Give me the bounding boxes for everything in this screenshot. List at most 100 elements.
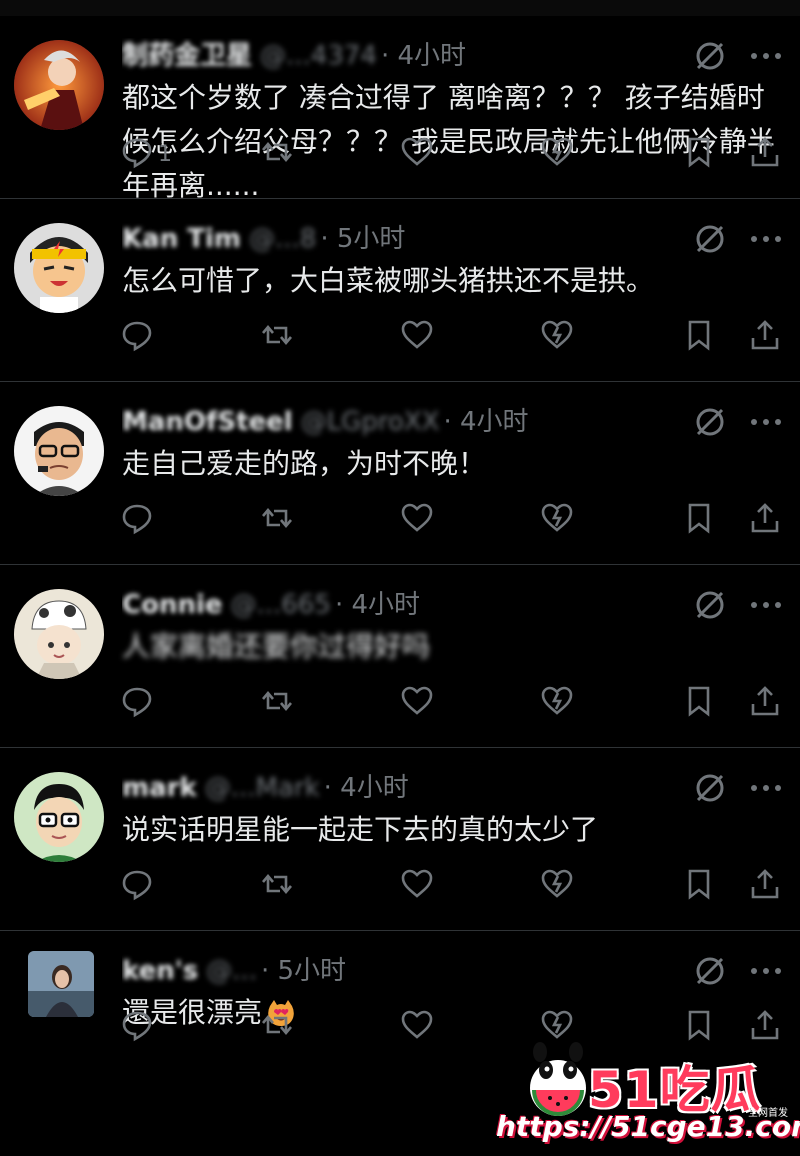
post-text-content: 人家离婚还要你过得好吗 <box>122 630 431 663</box>
broken-heart-button[interactable] <box>540 500 574 540</box>
reply-post[interactable]: Connie @...665 · 4小时 人家离婚还要你过得好吗 <box>0 565 800 748</box>
reply-button[interactable] <box>120 683 158 723</box>
reply-count: 1 <box>158 141 172 167</box>
reply-button[interactable] <box>120 866 158 906</box>
post-time[interactable]: · 5小时 <box>261 956 346 986</box>
user-avatar[interactable] <box>14 772 104 862</box>
reply-post[interactable]: 制药金卫星 @...4374 · 4小时 都这个岁数了 凑合过得了 离啥离？？？ 孩… <box>0 16 800 202</box>
post-text: 说实话明星能一起走下去的真的太少了 <box>122 808 786 852</box>
broken-heart-icon <box>540 501 574 539</box>
reply-post[interactable]: mark @...Mark · 4小时 说实话明星能一起走下去的真的太少了 <box>0 748 800 931</box>
repost-button[interactable] <box>260 317 294 357</box>
user-avatar[interactable] <box>14 589 104 679</box>
bookmark-icon <box>682 135 716 173</box>
repost-button[interactable] <box>260 134 294 174</box>
share-button[interactable] <box>748 317 782 357</box>
user-handle[interactable]: @...8 <box>249 224 316 254</box>
bookmark-button[interactable] <box>682 500 716 540</box>
broken-heart-button[interactable] <box>540 683 574 723</box>
post-time[interactable]: · 4小时 <box>335 590 420 620</box>
share-icon <box>748 867 782 905</box>
share-button[interactable] <box>748 683 782 723</box>
post-text: 怎么可惜了，大白菜被哪头猪拱还不是拱。 <box>122 259 786 303</box>
post-header: ken's @... · 5小时 <box>122 953 682 989</box>
more-options-icon[interactable] <box>746 221 786 257</box>
broken-heart-icon <box>540 135 574 173</box>
repost-button[interactable] <box>260 1007 294 1047</box>
user-handle[interactable]: @...665 <box>231 590 331 620</box>
blocked-icon[interactable] <box>692 221 728 257</box>
like-button[interactable] <box>400 134 434 174</box>
share-icon <box>748 501 782 539</box>
repost-button[interactable] <box>260 866 294 906</box>
broken-heart-button[interactable] <box>540 134 574 174</box>
display-name[interactable]: mark <box>122 773 197 803</box>
more-options-icon[interactable] <box>746 587 786 623</box>
display-name[interactable]: Kan Tim <box>122 224 241 254</box>
heart-icon <box>400 684 434 722</box>
reply-feed: 制药金卫星 @...4374 · 4小时 都这个岁数了 凑合过得了 离啥离？？？ 孩… <box>0 16 800 1071</box>
bookmark-button[interactable] <box>682 317 716 357</box>
user-avatar[interactable] <box>14 223 104 313</box>
broken-heart-button[interactable] <box>540 866 574 906</box>
blocked-icon[interactable] <box>692 587 728 623</box>
bookmark-icon <box>682 501 716 539</box>
user-avatar[interactable] <box>28 951 94 1017</box>
user-handle[interactable]: @... <box>206 956 257 986</box>
reply-post[interactable]: ManOfSteel @LGproXX · 4小时 走自己爱走的路，为时不晚！ <box>0 382 800 565</box>
user-handle[interactable]: @...Mark <box>205 773 320 803</box>
post-time[interactable]: · 4小时 <box>324 773 409 803</box>
share-button[interactable] <box>748 866 782 906</box>
more-options-icon[interactable] <box>746 404 786 440</box>
post-text-content: 走自己爱走的路，为时不晚！ <box>122 447 487 480</box>
broken-heart-button[interactable] <box>540 317 574 357</box>
post-time[interactable]: · 5小时 <box>320 224 405 254</box>
reply-post[interactable]: Kan Tim @...8 · 5小时 怎么可惜了，大白菜被哪头猪拱还不是拱。 <box>0 199 800 382</box>
blocked-icon[interactable] <box>692 38 728 74</box>
more-options-icon[interactable] <box>746 953 786 989</box>
post-time[interactable]: · 4小时 <box>443 407 528 437</box>
blocked-icon[interactable] <box>692 404 728 440</box>
reply-icon <box>120 867 154 905</box>
bookmark-button[interactable] <box>682 683 716 723</box>
repost-button[interactable] <box>260 683 294 723</box>
user-handle[interactable]: @...4374 <box>260 41 377 71</box>
repost-button[interactable] <box>260 500 294 540</box>
user-avatar[interactable] <box>14 40 104 130</box>
like-button[interactable] <box>400 317 434 357</box>
reply-button[interactable] <box>120 317 158 357</box>
bookmark-button[interactable] <box>682 866 716 906</box>
display-name[interactable]: ManOfSteel <box>122 407 293 437</box>
heart-icon <box>400 867 434 905</box>
more-options-icon[interactable] <box>746 38 786 74</box>
display-name[interactable]: Connie <box>122 590 223 620</box>
blocked-icon[interactable] <box>692 953 728 989</box>
reply-icon <box>120 1008 154 1046</box>
like-button[interactable] <box>400 866 434 906</box>
display-name[interactable]: ken's <box>122 956 198 986</box>
reply-icon <box>120 318 154 356</box>
more-options-icon[interactable] <box>746 770 786 806</box>
blocked-icon[interactable] <box>692 770 728 806</box>
share-button[interactable] <box>748 134 782 174</box>
post-text: 走自己爱走的路，为时不晚！ <box>122 442 786 486</box>
post-actions <box>120 317 790 357</box>
heart-icon <box>400 501 434 539</box>
like-button[interactable] <box>400 1007 434 1047</box>
user-handle[interactable]: @LGproXX <box>301 407 440 437</box>
display-name[interactable]: 制药金卫星 <box>122 41 252 71</box>
user-avatar[interactable] <box>14 406 104 496</box>
reply-button[interactable] <box>120 1007 158 1047</box>
broken-heart-icon <box>540 684 574 722</box>
watermelon-mascot-icon <box>530 1042 586 1116</box>
post-time[interactable]: · 4小时 <box>381 41 466 71</box>
broken-heart-icon <box>540 867 574 905</box>
bookmark-button[interactable] <box>682 134 716 174</box>
heart-icon <box>400 318 434 356</box>
post-actions <box>120 683 790 723</box>
like-button[interactable] <box>400 683 434 723</box>
share-button[interactable] <box>748 500 782 540</box>
reply-button[interactable]: 1 <box>120 134 172 174</box>
reply-button[interactable] <box>120 500 158 540</box>
like-button[interactable] <box>400 500 434 540</box>
